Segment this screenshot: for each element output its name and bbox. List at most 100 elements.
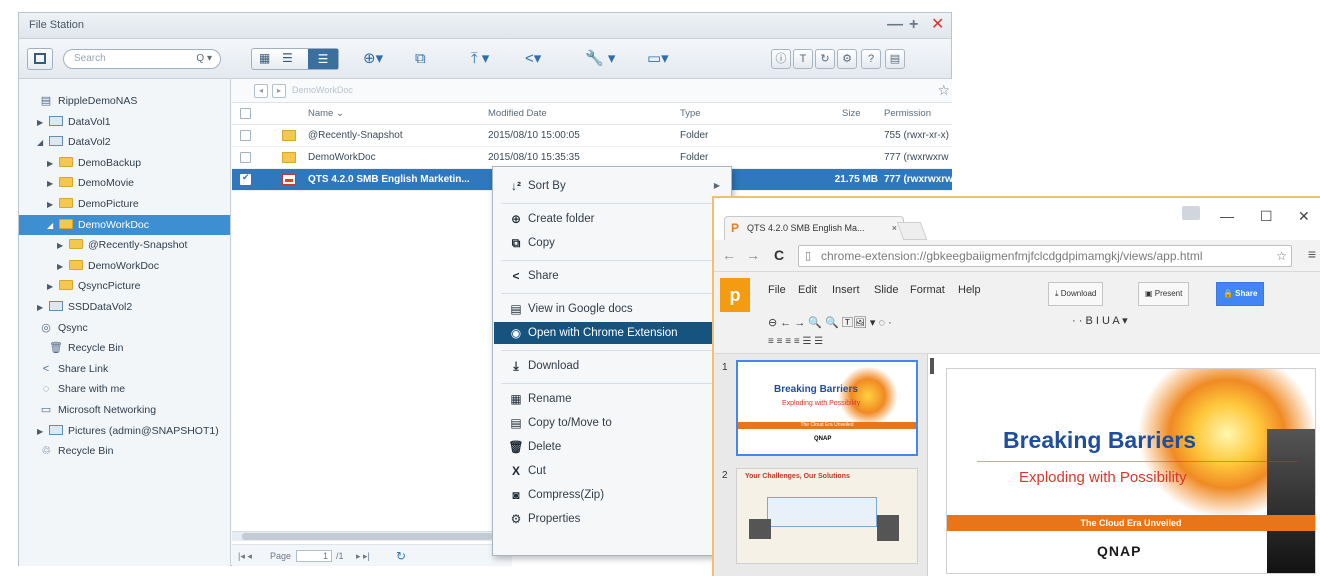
remote-mount-icon[interactable]: ▭▾ [647,49,669,69]
help-button[interactable]: ? [861,49,881,69]
favorite-star-icon[interactable]: ☆ [937,82,950,99]
minimize-button[interactable]: — [887,16,903,34]
expand-arrow-icon[interactable]: ▶ [37,113,49,133]
chrome-minimize-button[interactable]: — [1220,208,1234,224]
menu-item[interactable]: ◙ Compress(Zip) [494,484,730,506]
share-icon[interactable]: <▾ [525,49,541,69]
view-list-icon[interactable]: ☰ [282,51,293,65]
menu-file[interactable]: File [768,284,786,296]
present-button[interactable]: ▣ Present [1138,282,1190,306]
forward-button[interactable]: ▸ [272,84,286,98]
tree-item[interactable]: ▶ DataVol1 [19,112,230,132]
download-button[interactable]: ⤓ Download [1048,282,1104,306]
back-button[interactable]: ◂ [254,84,268,98]
horizontal-scrollbar[interactable] [232,531,512,541]
tree-item[interactable]: ▶ DemoBackup [19,153,230,173]
menu-item[interactable]: ⚙ Properties [494,508,730,530]
tree-item[interactable]: ◢ DataVol2 [19,132,230,152]
expand-arrow-icon[interactable]: ◢ [37,133,49,153]
panel-splitter[interactable] [930,358,934,374]
expand-arrow-icon[interactable]: ▶ [47,195,59,215]
slide-canvas[interactable]: Breaking Barriers Exploding with Possibi… [946,368,1316,574]
tools-icon[interactable]: 🔧 ▾ [585,49,615,69]
tree-item[interactable]: ▶ @Recently-Snapshot [19,235,230,255]
menu-item[interactable]: ↓² Sort By ▶ [494,175,730,197]
view-detail-icon[interactable]: ☰ [308,49,338,69]
menu-item[interactable]: ▤ View in Google docs [494,298,730,320]
tab-close-icon[interactable]: × [892,217,897,239]
menu-edit[interactable]: Edit [798,284,817,296]
refresh-button[interactable]: ↻ [815,49,835,69]
alignment-toolbar[interactable]: ≡ ≡ ≡ ≡ ☰ ☰ [768,336,823,347]
menu-format[interactable]: Format [910,284,945,296]
thumbnail-slide-2[interactable]: Your Challenges, Our Solutions [736,468,918,564]
page-input[interactable]: 1 [296,550,332,562]
menu-item[interactable]: ⧉ Copy [494,232,730,254]
reload-icon[interactable]: C [774,247,784,263]
settings-button[interactable]: ⚙ [837,49,857,69]
back-arrow-icon[interactable]: ← [722,247,736,263]
tree-item[interactable]: ▤ RippleDemoNAS [19,91,230,111]
tree-item[interactable]: ▶ Pictures (admin@SNAPSHOT1) [19,421,230,441]
row-checkbox[interactable] [240,152,251,163]
tree-item[interactable]: ▭ Microsoft Networking [19,400,230,420]
chrome-close-button[interactable]: ✕ [1298,208,1310,225]
table-row[interactable]: @Recently-Snapshot 2015/08/10 15:00:05 Fol… [232,125,952,147]
expand-arrow-icon[interactable]: ▶ [57,236,69,256]
chrome-maximize-button[interactable]: ☐ [1260,208,1273,225]
close-button[interactable]: ✕ [931,16,944,34]
upload-icon[interactable]: ⤒ ▾ [471,49,489,69]
tree-item[interactable]: ▶ DemoMovie [19,173,230,193]
column-permission[interactable]: Permission [884,103,931,125]
expand-arrow-icon[interactable]: ▶ [57,257,69,277]
tree-item[interactable]: ◎ Qsync [19,318,230,338]
row-checkbox[interactable] [240,172,251,185]
tree-item[interactable]: ▶ QsyncPicture [19,276,230,296]
tree-item[interactable]: ◌ Share with me [19,379,230,399]
tree-item[interactable]: ▶ DemoPicture [19,194,230,214]
select-all-checkbox[interactable] [240,108,251,119]
maximize-button[interactable]: + [909,16,918,34]
menu-item[interactable]: 🗑 Delete [494,436,730,458]
view-grid-icon[interactable]: ▦ [259,51,270,65]
chrome-menu-icon[interactable]: ≡ [1308,246,1316,262]
first-page-icon[interactable]: |◂ ◂ [238,545,252,567]
scrollbar-thumb[interactable] [242,533,492,540]
expand-arrow-icon[interactable]: ▶ [37,298,49,318]
background-tasks-button[interactable]: ▤ [885,49,905,69]
format-toolbar[interactable]: · · B I U A ▾ [1072,314,1128,327]
menu-help[interactable]: Help [958,284,981,296]
column-type[interactable]: Type [680,103,701,125]
toggle-sidebar-button[interactable] [27,48,53,70]
user-profile-icon[interactable] [1182,206,1200,220]
row-checkbox[interactable] [240,130,251,141]
filter-button[interactable]: T [793,49,813,69]
browser-tab[interactable]: P QTS 4.2.0 SMB English Ma... × [724,216,904,240]
bookmark-star-icon[interactable]: ☆ [1276,246,1287,266]
menu-item[interactable]: X Cut [494,460,730,482]
menu-item[interactable]: ⊕ Create folder [494,208,730,230]
tree-item[interactable]: ▶ SSDDataVol2 [19,297,230,317]
menu-item[interactable]: < Share [494,265,730,287]
thumbnail-slide-1[interactable]: Breaking Barriers Exploding with Possibi… [736,360,918,456]
tree-item[interactable]: 🗑 Recycle Bin [19,338,230,358]
column-name[interactable]: Name ⌄ [308,103,344,125]
tree-item[interactable]: < Share Link [19,359,230,379]
expand-arrow-icon[interactable]: ◢ [47,216,59,236]
tree-item[interactable]: ◢ DemoWorkDoc [19,214,230,236]
tree-item[interactable]: ▶ DemoWorkDoc [19,256,230,276]
tree-item[interactable]: ♲ Recycle Bin [19,441,230,461]
menu-item[interactable]: ◉ Open with Chrome Extension [494,322,730,344]
expand-arrow-icon[interactable]: ▶ [47,174,59,194]
create-icon[interactable]: ⊕▾ [363,49,383,69]
search-input[interactable]: Search Q ▾ [63,49,221,69]
column-size[interactable]: Size [842,103,860,125]
refresh-icon[interactable]: ↻ [396,545,406,567]
menu-insert[interactable]: Insert [832,284,860,296]
editing-toolbar[interactable]: ⊖ ← → 🔍 🔍 🅃🖼 ▾ ◌ · [768,314,892,330]
url-input[interactable]: ▯ chrome-extension://gbkeegbaiigmenfmjfc… [798,245,1292,267]
info-button[interactable]: ⓘ [771,49,791,69]
menu-item[interactable]: ▤ Copy to/Move to [494,412,730,434]
menu-item[interactable]: ⤓ Download [494,355,730,377]
forward-arrow-icon[interactable]: → [746,247,760,263]
